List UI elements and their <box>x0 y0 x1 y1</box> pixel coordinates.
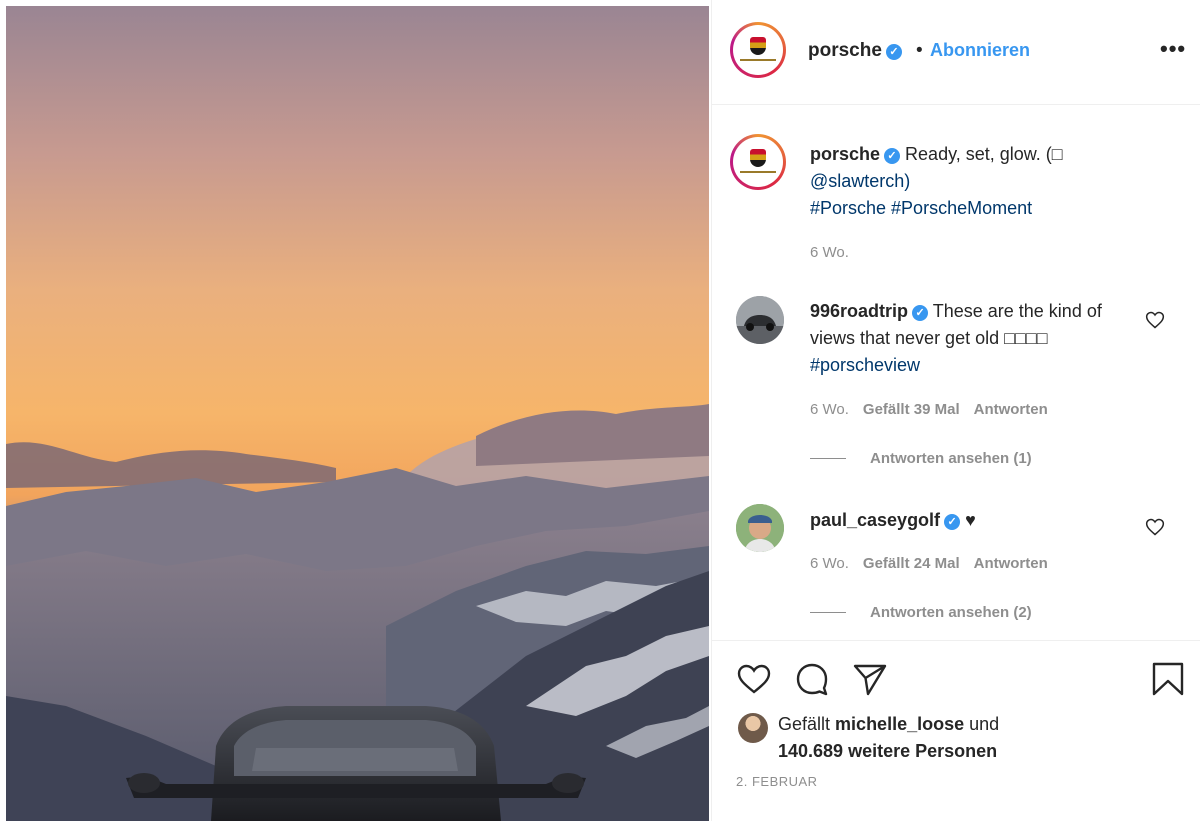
verified-badge-icon: ✓ <box>884 148 901 164</box>
verified-badge-icon: ✓ <box>885 44 902 60</box>
heart-icon[interactable] <box>736 661 772 697</box>
comment-like-heart-icon[interactable] <box>1145 310 1165 330</box>
comment-paul_caseygolf: paul_caseygolf ✓ ♥ <box>810 507 1140 534</box>
paper-plane-icon[interactable] <box>852 661 888 697</box>
comment-bubble-icon[interactable] <box>794 661 830 697</box>
porsche-avatar[interactable] <box>730 22 786 78</box>
follow-button[interactable]: Abonnieren <box>930 40 1030 61</box>
post-date[interactable]: 2. FEBRUAR <box>736 774 818 789</box>
porsche-crest-icon <box>750 37 766 55</box>
caption-time[interactable]: 6 Wo. <box>810 244 849 261</box>
car-avatar-icon <box>736 296 784 344</box>
person-avatar-icon <box>736 504 784 552</box>
reply-button[interactable]: Antworten <box>974 555 1048 572</box>
verified-badge-icon: ✓ <box>944 514 961 530</box>
likes-summary: Gefällt michelle_loose und 140.689 weite… <box>778 714 1000 761</box>
caption-meta: 6 Wo. <box>810 244 1140 261</box>
caption-text: Ready, set, glow. (□ <box>905 144 1063 164</box>
comment-meta: 6 Wo. Gefällt 24 Mal Antworten <box>810 555 1140 572</box>
caption-hashtags[interactable]: #Porsche #PorscheMoment <box>810 198 1032 218</box>
view-replies-button[interactable]: Antworten ansehen (2) <box>810 604 1032 621</box>
comment-username[interactable]: paul_caseygolf <box>810 510 940 530</box>
separator-dot: • <box>916 40 923 61</box>
view-replies-button[interactable]: Antworten ansehen (1) <box>810 450 1032 467</box>
sunset-mountain-porsche-image <box>6 6 709 821</box>
post-photo[interactable] <box>6 6 709 821</box>
caption-username[interactable]: porsche <box>810 144 880 164</box>
comment-hashtag[interactable]: #porscheview <box>810 355 920 375</box>
comment-likes[interactable]: Gefällt 39 Mal <box>863 401 960 418</box>
post-actions: Gefällt michelle_loose und 140.689 weite… <box>712 640 1200 822</box>
post-header: porsche ✓ • Abonnieren ••• <box>712 0 1200 105</box>
comment-time[interactable]: 6 Wo. <box>810 401 849 418</box>
comment-like-heart-icon[interactable] <box>1145 517 1165 537</box>
comment-avatar-paul_caseygolf[interactable] <box>736 504 784 552</box>
comment-meta: 6 Wo. Gefällt 39 Mal Antworten <box>810 401 1140 418</box>
bookmark-icon[interactable] <box>1150 661 1186 697</box>
comment-time[interactable]: 6 Wo. <box>810 555 849 572</box>
liker-avatar[interactable] <box>738 713 768 743</box>
liker-username[interactable]: michelle_loose <box>835 714 964 734</box>
likes-count[interactable]: 140.689 weitere Personen <box>778 741 997 761</box>
comment-text: ♥ <box>965 510 976 530</box>
header-username[interactable]: porsche ✓ <box>808 40 902 62</box>
caption: porsche ✓ Ready, set, glow. (□ @slawterch… <box>810 141 1140 222</box>
reply-button[interactable]: Antworten <box>974 401 1048 418</box>
comment-username[interactable]: 996roadtrip <box>810 301 908 321</box>
caption-avatar[interactable] <box>730 134 786 190</box>
comment-996roadtrip: 996roadtrip ✓ These are the kind of views… <box>810 298 1140 379</box>
caption-mention[interactable]: @slawterch) <box>810 171 910 191</box>
verified-badge-icon: ✓ <box>912 305 929 321</box>
comment-avatar-996roadtrip[interactable] <box>736 296 784 344</box>
post-sidebar: porsche ✓ • Abonnieren ••• porsche ✓ Ready… <box>711 0 1200 821</box>
porsche-crest-icon <box>750 149 766 167</box>
comment-likes[interactable]: Gefällt 24 Mal <box>863 555 960 572</box>
more-options-icon[interactable]: ••• <box>1160 36 1186 62</box>
